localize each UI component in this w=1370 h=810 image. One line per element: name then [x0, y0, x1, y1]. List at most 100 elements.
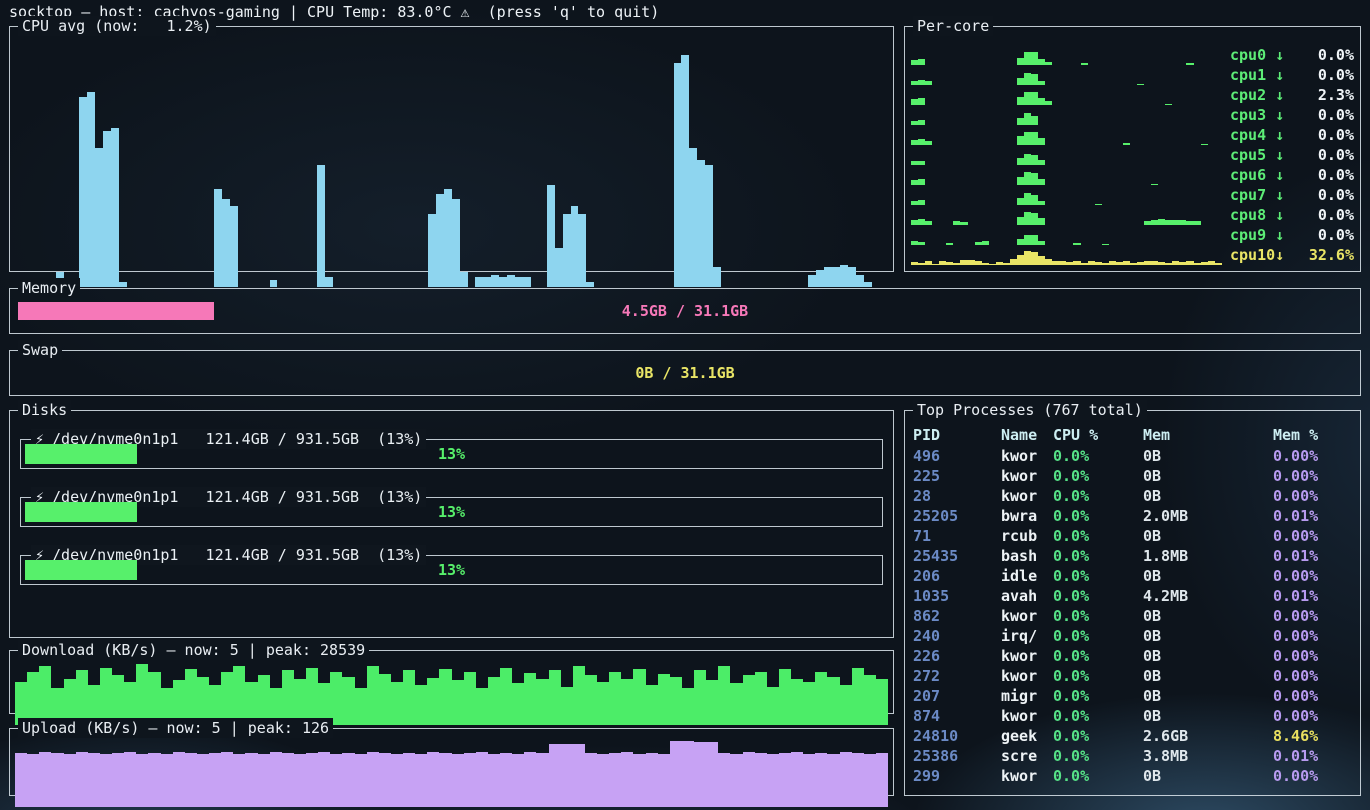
core-label: cpu6↓0.0%: [1230, 165, 1354, 185]
column-header: Name: [1001, 425, 1053, 446]
chart-bar: [488, 754, 500, 807]
chart-bar: [51, 753, 63, 807]
core-row: cpu7↓0.0%: [911, 185, 1354, 205]
chart-bar: [856, 275, 864, 287]
chart-bar: [621, 752, 633, 807]
chart-bar: [1186, 63, 1193, 65]
cell-mem-pct: 0.00%: [1273, 486, 1360, 506]
core-label: cpu7↓0.0%: [1230, 185, 1354, 205]
chart-bar: [1017, 217, 1024, 225]
chart-bar: [444, 189, 452, 287]
chart-bar: [578, 214, 586, 287]
chart-bar: [536, 753, 548, 807]
chart-bar: [1208, 261, 1215, 265]
down-arrow-icon: ↓: [1275, 205, 1284, 225]
cell-mem: 0B: [1143, 466, 1273, 486]
core-label: cpu9↓0.0%: [1230, 225, 1354, 245]
core-label: cpu5↓0.0%: [1230, 145, 1354, 165]
chart-bar: [646, 753, 658, 807]
chart-bar: [697, 160, 705, 287]
chart-bar: [1073, 243, 1080, 245]
chart-bar: [64, 754, 76, 807]
table-row: 206idle0.0%0B0.00%: [913, 566, 1356, 586]
chart-bar: [403, 670, 415, 725]
chart-bar: [306, 668, 318, 725]
chart-bar: [609, 753, 621, 807]
down-arrow-icon: ↓: [1275, 85, 1284, 105]
chart-bar: [306, 753, 318, 807]
core-row: cpu1↓0.0%: [911, 65, 1354, 85]
chart-bar: [1017, 255, 1024, 266]
chart-bar: [500, 668, 512, 725]
cell-name: migr: [1001, 686, 1053, 706]
core-name: cpu9: [1230, 225, 1275, 245]
chart-bar: [1038, 256, 1045, 265]
chart-bar: [658, 674, 670, 725]
chart-bar: [808, 275, 816, 287]
chart-bar: [960, 260, 967, 265]
chart-bar: [464, 753, 476, 807]
chart-bar: [185, 753, 197, 807]
chart-bar: [1095, 262, 1102, 265]
cell-mem: 0B: [1143, 646, 1273, 666]
core-spark-chart: [911, 230, 1222, 245]
chart-bar: [1165, 220, 1172, 225]
core-usage-value: 0.0%: [1318, 185, 1354, 205]
table-row: 28kwor0.0%0B0.00%: [913, 486, 1356, 506]
chart-bar: [1024, 235, 1031, 246]
cell-mem-pct: 0.00%: [1273, 606, 1360, 626]
cell-mem: 0B: [1143, 566, 1273, 586]
chart-bar: [483, 277, 491, 287]
chart-bar: [705, 165, 713, 287]
cell-pid: 207: [913, 686, 1001, 706]
chart-bar: [1038, 138, 1045, 146]
disk-percent-label: 13%: [21, 503, 882, 521]
cell-pid: 24810: [913, 726, 1001, 746]
down-arrow-icon: ↓: [1275, 165, 1284, 185]
cell-pid: 240: [913, 626, 1001, 646]
chart-bar: [515, 277, 523, 287]
chart-bar: [214, 189, 222, 287]
cell-name: kwor: [1001, 666, 1053, 686]
chart-bar: [1031, 52, 1038, 65]
chart-bar: [233, 754, 245, 807]
chart-bar: [1215, 263, 1222, 265]
core-row: cpu6↓0.0%: [911, 165, 1354, 185]
down-arrow-icon: ↓: [1275, 245, 1284, 265]
chart-bar: [791, 752, 803, 807]
cell-name: scre: [1001, 746, 1053, 766]
core-usage-value: 0.0%: [1318, 205, 1354, 225]
chart-bar: [1031, 155, 1038, 166]
chart-bar: [864, 754, 876, 807]
chart-bar: [367, 752, 379, 807]
terminal-screen[interactable]: socktop — host: cachyos-gaming | CPU Tem…: [0, 0, 1370, 810]
core-row: cpu0↓0.0%: [911, 45, 1354, 65]
core-name: cpu6: [1230, 165, 1275, 185]
cell-pid: 299: [913, 766, 1001, 786]
chart-bar: [824, 267, 832, 287]
disks-panel: Disks ⚡/dev/nvme0n1p1 121.4GB / 931.5GB …: [9, 410, 894, 638]
core-spark-chart: [911, 130, 1222, 145]
chart-bar: [840, 752, 852, 807]
core-spark-chart: [911, 150, 1222, 165]
disk-gauge: ⚡/dev/nvme0n1p1 121.4GB / 931.5GB (13%)1…: [20, 497, 883, 527]
chart-bar: [1095, 204, 1102, 205]
chart-bar: [713, 267, 721, 287]
chart-bar: [173, 752, 185, 807]
cell-mem-pct: 0.00%: [1273, 526, 1360, 546]
chart-bar: [982, 263, 989, 265]
chart-bar: [911, 262, 918, 265]
chart-bar: [832, 267, 840, 287]
column-header: Mem: [1143, 425, 1273, 446]
cell-mem: 0B: [1143, 626, 1273, 646]
chart-bar: [27, 754, 39, 807]
chart-bar: [573, 744, 585, 807]
core-usage-value: 0.0%: [1318, 145, 1354, 165]
chart-bar: [755, 672, 767, 725]
cell-name: avah: [1001, 586, 1053, 606]
chart-bar: [730, 754, 742, 807]
chart-bar: [524, 673, 536, 725]
chart-bar: [282, 670, 294, 725]
cell-name: kwor: [1001, 446, 1053, 466]
core-name: cpu7: [1230, 185, 1275, 205]
